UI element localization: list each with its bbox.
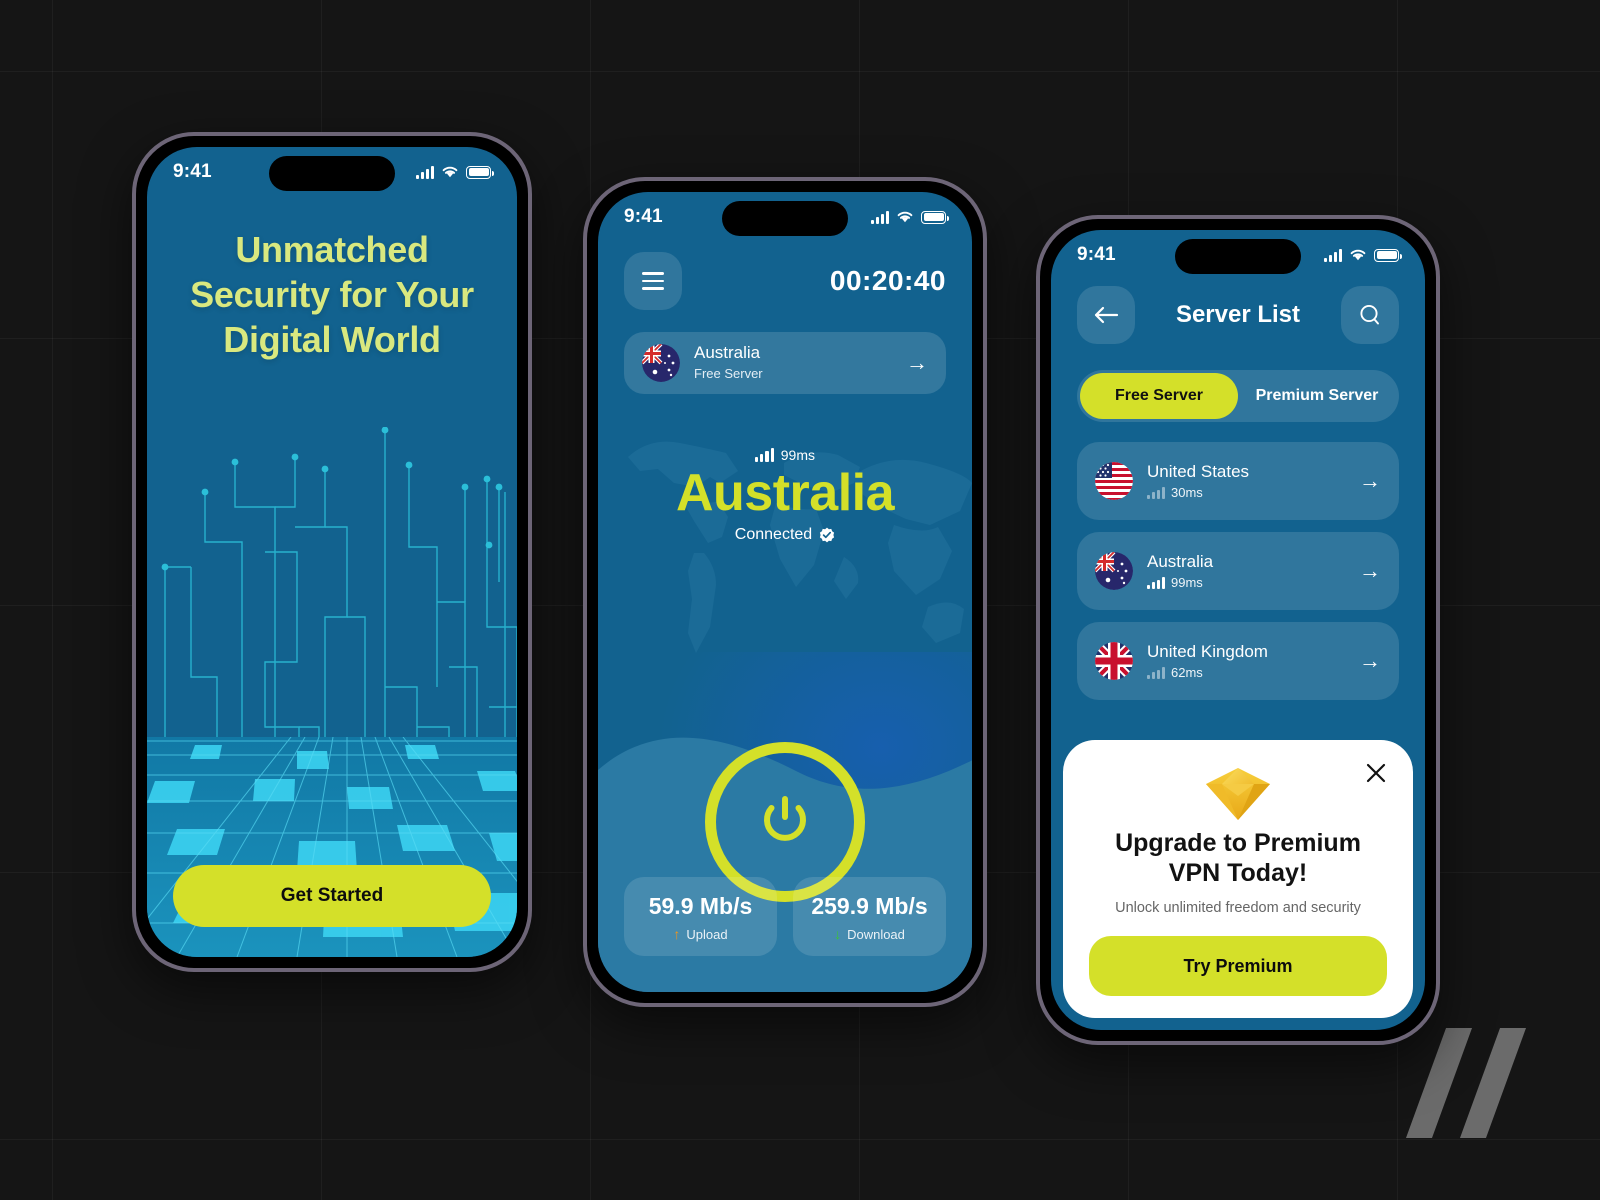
promo-title: Upgrade to Premium VPN Today! <box>1089 828 1387 888</box>
download-speed-card: 259.9 Mb/s ↓ Download <box>793 877 946 956</box>
upload-label: Upload <box>686 926 728 942</box>
wifi-icon <box>442 166 458 178</box>
status-bar: 9:41 <box>598 192 972 242</box>
signal-bars-icon <box>755 448 774 462</box>
status-time: 9:41 <box>1077 244 1116 265</box>
close-button[interactable] <box>1361 758 1391 788</box>
connection-status-text: Connected <box>734 526 813 544</box>
upload-speed-value: 59.9 Mb/s <box>648 893 753 919</box>
cellular-signal-icon <box>871 210 889 224</box>
united-kingdom-flag-icon <box>1095 642 1133 680</box>
headline-line-3: Digital World <box>223 319 441 360</box>
server-name: Australia <box>1147 551 1214 571</box>
status-time: 9:41 <box>624 206 663 227</box>
arrow-right-icon[interactable]: → <box>1359 468 1381 494</box>
page-title: Server List <box>1175 301 1301 328</box>
selected-server-card[interactable]: Australia Free Server → <box>624 332 946 394</box>
arrow-up-icon: ↑ <box>673 926 681 942</box>
battery-icon <box>466 165 494 179</box>
promo-title-line-2: VPN Today! <box>1168 859 1308 887</box>
premium-upgrade-card: Upgrade to Premium VPN Today! Unlock unl… <box>1063 740 1413 1018</box>
tab-premium-server[interactable]: Premium Server <box>1238 373 1396 419</box>
arrow-right-icon[interactable]: → <box>1359 558 1381 584</box>
wifi-icon <box>897 211 913 223</box>
headline-line-2: Security for Your <box>190 274 474 315</box>
tab-free-server[interactable]: Free Server <box>1080 373 1238 419</box>
united-states-flag-icon <box>1095 462 1133 500</box>
cellular-signal-icon <box>416 165 434 179</box>
status-bar: 9:41 <box>147 147 517 197</box>
table-row[interactable]: United Kingdom 62ms → <box>1077 622 1399 700</box>
server-name: United Kingdom <box>1147 641 1268 661</box>
promo-subtitle: Unlock unlimited freedom and security <box>1115 900 1361 916</box>
brand-watermark-logo <box>1405 1028 1538 1138</box>
download-label: Download <box>847 926 905 942</box>
battery-icon <box>921 210 949 224</box>
server-ping: 99ms <box>1171 574 1203 590</box>
table-row[interactable]: United States 30ms → <box>1077 442 1399 520</box>
signal-bars-icon <box>1147 666 1165 679</box>
verified-check-icon <box>820 527 835 543</box>
try-premium-button[interactable]: Try Premium <box>1089 936 1387 996</box>
upload-speed-card: 59.9 Mb/s ↑ Upload <box>624 877 777 956</box>
australia-flag-icon <box>642 344 680 382</box>
cellular-signal-icon <box>1324 248 1342 262</box>
arrow-right-icon[interactable]: → <box>906 350 928 376</box>
battery-icon <box>1374 248 1402 262</box>
close-icon <box>1366 763 1386 783</box>
screen-connection: 9:41 00:20:40 Australia Free Server → 99… <box>598 192 972 992</box>
connected-country: Australia <box>675 464 895 522</box>
speed-stats: 59.9 Mb/s ↑ Upload 259.9 Mb/s ↓ Download <box>624 877 946 956</box>
hamburger-menu-icon <box>642 272 664 290</box>
server-ping: 30ms <box>1171 484 1203 500</box>
back-button[interactable] <box>1077 286 1135 344</box>
phone-mockup-server-list: 9:41 Server List Free Server Premium Ser… <box>1036 215 1440 1045</box>
get-started-button[interactable]: Get Started <box>173 865 491 927</box>
screen-server-list: 9:41 Server List Free Server Premium Ser… <box>1051 230 1425 1030</box>
server-list: United States 30ms → Australia 99ms → Un… <box>1077 442 1399 712</box>
download-speed-value: 259.9 Mb/s <box>811 893 928 919</box>
diamond-gem-icon <box>1206 768 1270 820</box>
ping-value: 99ms <box>780 447 815 463</box>
status-time: 9:41 <box>173 161 212 182</box>
server-name: Australia <box>694 343 761 363</box>
search-button[interactable] <box>1340 286 1399 344</box>
headline-line-1: Unmatched <box>235 229 429 270</box>
page-title: Unmatched Security for Your Digital Worl… <box>147 227 517 362</box>
australia-flag-icon <box>1095 552 1133 590</box>
screen-onboarding: 9:41 Unmatched Security for Your Digital… <box>147 147 517 957</box>
status-bar: 9:41 <box>1051 230 1425 280</box>
table-row[interactable]: Australia 99ms → <box>1077 532 1399 610</box>
phone-mockup-onboarding: 9:41 Unmatched Security for Your Digital… <box>132 132 532 972</box>
server-ping: 62ms <box>1171 664 1203 680</box>
arrow-down-icon: ↓ <box>834 926 842 942</box>
menu-button[interactable] <box>624 252 682 310</box>
phone-mockup-connection: 9:41 00:20:40 Australia Free Server → 99… <box>583 177 987 1007</box>
signal-bars-icon <box>1147 486 1165 499</box>
promo-title-line-1: Upgrade to Premium <box>1115 829 1361 857</box>
server-type-tabs: Free Server Premium Server <box>1077 370 1399 422</box>
arrow-right-icon[interactable]: → <box>1359 648 1381 674</box>
session-timer: 00:20:40 <box>829 265 946 296</box>
signal-bars-icon <box>1147 576 1165 589</box>
server-type: Free Server <box>694 365 763 381</box>
power-icon <box>764 796 806 841</box>
server-name: United States <box>1147 461 1250 481</box>
wifi-icon <box>1350 249 1366 261</box>
arrow-left-icon <box>1094 306 1119 324</box>
search-icon <box>1360 304 1379 325</box>
